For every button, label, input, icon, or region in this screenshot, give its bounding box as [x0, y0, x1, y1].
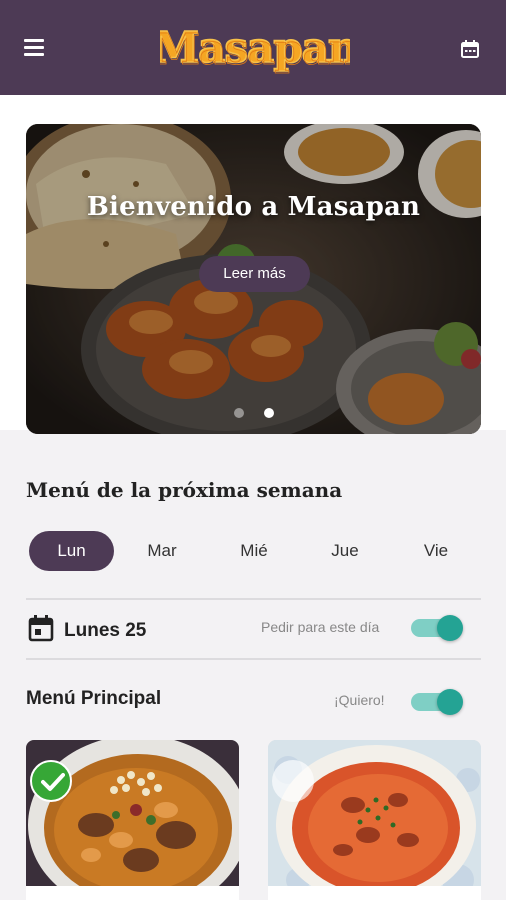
calendar-icon[interactable] [460, 39, 480, 59]
selected-date-row: Lunes 25 Pedir para este día [26, 612, 481, 646]
app-header: Masapan Masapan [0, 0, 506, 95]
dish-card-footer [26, 886, 239, 900]
dish-selected-check-icon[interactable] [30, 760, 72, 802]
want-label: ¡Quiero! [334, 692, 385, 708]
selected-date-label: Lunes 25 [64, 620, 147, 641]
divider-bottom [26, 658, 481, 660]
main-menu-title: Menú Principal [26, 688, 162, 709]
divider-top [26, 598, 481, 600]
dish-unselected-badge[interactable] [272, 760, 314, 802]
read-more-button[interactable]: Leer más [199, 256, 310, 292]
day-tab-vie[interactable]: Vie [400, 531, 472, 571]
order-toggle-knob [437, 615, 463, 641]
day-tab-mar[interactable]: Mar [126, 531, 198, 571]
day-tab-jue[interactable]: Jue [309, 531, 381, 571]
hero-carousel[interactable]: Bienvenido a Masapan Leer más [26, 124, 481, 434]
day-tab-mie[interactable]: Mié [218, 531, 290, 571]
want-toggle[interactable] [411, 688, 463, 716]
dish-card-footer [268, 886, 481, 900]
order-day-toggle[interactable] [411, 614, 463, 642]
order-day-label: Pedir para este día [261, 619, 380, 635]
day-tab-lun[interactable]: Lun [29, 531, 114, 571]
hero-title: Bienvenido a Masapan [86, 192, 421, 222]
carousel-dot-1[interactable] [234, 408, 244, 418]
calendar-day-icon [28, 614, 54, 642]
masapan-logo: Masapan Masapan [152, 10, 360, 85]
week-menu-title: Menú de la próxima semana [26, 478, 343, 502]
carousel-dot-2[interactable] [264, 408, 274, 418]
svg-text:Masapan: Masapan [160, 25, 350, 74]
hamburger-menu-icon[interactable] [24, 39, 46, 57]
want-toggle-knob [437, 689, 463, 715]
day-selector: Lun Mar Mié Jue Vie [26, 531, 481, 571]
